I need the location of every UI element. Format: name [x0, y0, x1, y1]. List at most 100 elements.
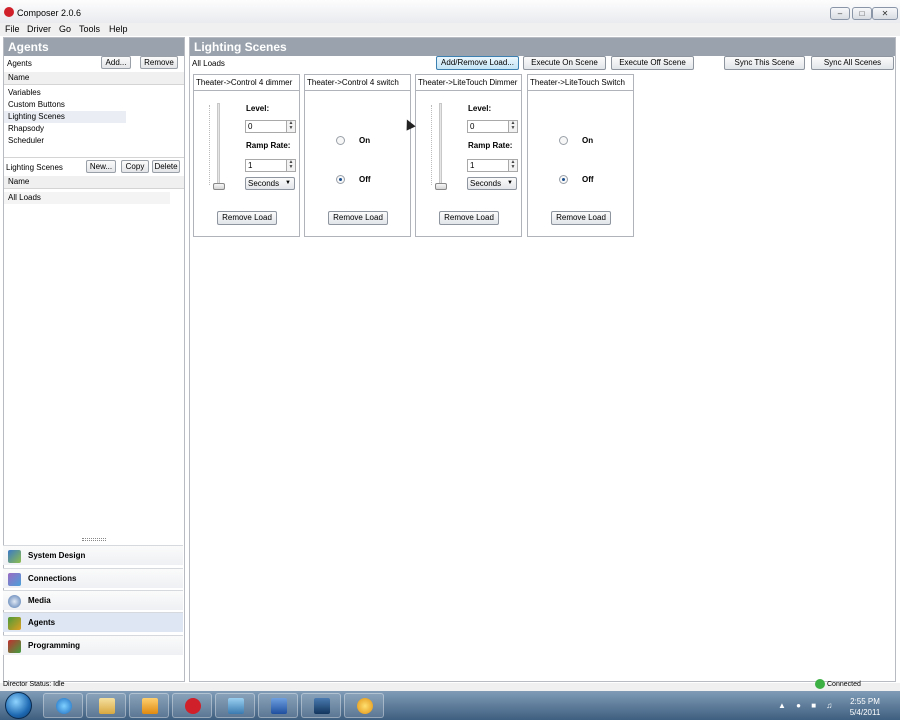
- ramp-rate-spinner-icon[interactable]: ▲ ▼: [508, 159, 518, 172]
- level-slider-thumb[interactable]: [213, 183, 225, 190]
- remove-agent-button[interactable]: Remove: [140, 56, 178, 69]
- off-radio[interactable]: [559, 175, 568, 184]
- agents-header: Agents: [4, 38, 184, 56]
- ramp-rate-input[interactable]: 1: [245, 159, 287, 172]
- divider: [4, 157, 184, 158]
- agent-item-lighting-scenes[interactable]: Lighting Scenes: [4, 111, 126, 123]
- load-card-title: Theater->Control 4 dimmer: [194, 75, 299, 91]
- load-card-control4-dimmer: Theater->Control 4 dimmer Level: 0 ▲ ▼ Ra…: [193, 74, 300, 237]
- composer-icon: [185, 698, 201, 714]
- slider-ticks: [431, 105, 433, 185]
- level-spinner-icon[interactable]: ▲ ▼: [508, 120, 518, 133]
- off-radio[interactable]: [336, 175, 345, 184]
- scene-item-all-loads[interactable]: All Loads: [4, 192, 170, 204]
- remove-load-button[interactable]: Remove Load: [217, 211, 277, 225]
- ramp-rate-label: Ramp Rate:: [246, 141, 291, 150]
- new-scene-button[interactable]: New...: [86, 160, 116, 173]
- composer-app-icon: [4, 7, 14, 17]
- ramp-rate-spinner-icon[interactable]: ▲ ▼: [286, 159, 296, 172]
- maximize-button[interactable]: □: [852, 7, 872, 20]
- add-remove-load-button[interactable]: Add/Remove Load...: [436, 56, 519, 70]
- word-icon: [271, 698, 287, 714]
- load-card-litetouch-dimmer: Theater->LiteTouch Dimmer Level: 0 ▲ ▼ Ra…: [415, 74, 522, 237]
- nav-agents[interactable]: Agents: [3, 612, 183, 632]
- level-slider-track[interactable]: [439, 103, 442, 189]
- scenes-toolbar-label: Lighting Scenes: [6, 163, 63, 172]
- flower-app-icon: [357, 698, 373, 714]
- splitter-grip[interactable]: [82, 538, 106, 541]
- level-label: Level:: [246, 104, 270, 113]
- ramp-unit-dropdown[interactable]: Seconds ▼: [245, 177, 295, 190]
- ramp-rate-input[interactable]: 1: [467, 159, 509, 172]
- chevron-down-icon: ▼: [285, 180, 291, 186]
- taskbar-word[interactable]: [258, 693, 298, 718]
- menu-file[interactable]: File: [5, 24, 20, 34]
- nav-programming[interactable]: Programming: [3, 635, 183, 655]
- agent-item-custom-buttons[interactable]: Custom Buttons: [4, 99, 184, 111]
- nav-media[interactable]: Media: [3, 590, 183, 610]
- agent-item-scheduler[interactable]: Scheduler: [4, 135, 184, 147]
- sync-this-scene-button[interactable]: Sync This Scene: [724, 56, 805, 70]
- copy-scene-button[interactable]: Copy: [121, 160, 149, 173]
- level-input[interactable]: 0: [245, 120, 287, 133]
- menu-driver[interactable]: Driver: [27, 24, 51, 34]
- level-label: Level:: [468, 104, 492, 113]
- agents-list: Variables Custom Buttons Lighting Scenes…: [4, 87, 184, 147]
- menu-tools[interactable]: Tools: [79, 24, 100, 34]
- level-input[interactable]: 0: [467, 120, 509, 133]
- level-slider-track[interactable]: [217, 103, 220, 189]
- taskbar-ware[interactable]: [301, 693, 341, 718]
- on-label: On: [359, 136, 371, 145]
- taskbar-outlook[interactable]: [129, 693, 169, 718]
- start-button-icon[interactable]: [5, 692, 32, 719]
- ramp-unit-dropdown[interactable]: Seconds ▼: [467, 177, 517, 190]
- level-spinner-icon[interactable]: ▲ ▼: [286, 120, 296, 133]
- connection-status-text: Connected: [827, 681, 861, 688]
- agent-item-rhapsody[interactable]: Rhapsody: [4, 123, 184, 135]
- ramp-unit-value: Seconds: [248, 179, 280, 188]
- scenes-column-header[interactable]: Name: [4, 176, 184, 189]
- remove-load-button[interactable]: Remove Load: [551, 211, 611, 225]
- nav-label: Media: [28, 596, 51, 605]
- add-agent-button[interactable]: Add...: [101, 56, 131, 69]
- outlook-icon: [142, 698, 158, 714]
- close-button[interactable]: ✕: [872, 7, 898, 20]
- menu-go[interactable]: Go: [59, 24, 71, 34]
- load-card-title: Theater->LiteTouch Dimmer: [416, 75, 521, 91]
- tray-icons[interactable]: ▲ ● ■ ♫: [778, 701, 836, 710]
- minimize-button[interactable]: –: [830, 7, 850, 20]
- execute-off-scene-button[interactable]: Execute Off Scene: [611, 56, 694, 70]
- taskbar-flower-app[interactable]: [344, 693, 384, 718]
- load-card-title: Theater->LiteTouch Switch: [528, 75, 633, 91]
- off-label: Off: [582, 175, 594, 184]
- media-icon: [8, 595, 21, 608]
- connected-icon: [815, 679, 825, 689]
- taskbar-photo[interactable]: [215, 693, 255, 718]
- ramp-unit-value: Seconds: [470, 179, 502, 188]
- sync-all-scenes-button[interactable]: Sync All Scenes: [811, 56, 894, 70]
- execute-on-scene-button[interactable]: Execute On Scene: [523, 56, 606, 70]
- lighting-scenes-header: Lighting Scenes: [190, 38, 895, 56]
- nav-label: Connections: [28, 574, 77, 583]
- ware-app-icon: [314, 698, 330, 714]
- internet-explorer-icon: [56, 698, 72, 714]
- nav-label: Agents: [28, 618, 56, 627]
- clock-time[interactable]: 2:55 PM: [840, 697, 890, 706]
- taskbar: ▲ ● ■ ♫ 2:55 PM 5/4/2011: [0, 691, 900, 720]
- remove-load-button[interactable]: Remove Load: [439, 211, 499, 225]
- nav-connections[interactable]: Connections: [3, 568, 183, 588]
- on-radio[interactable]: [336, 136, 345, 145]
- level-slider-thumb[interactable]: [435, 183, 447, 190]
- agents-column-header[interactable]: Name: [4, 72, 184, 85]
- menu-help[interactable]: Help: [109, 24, 128, 34]
- delete-scene-button[interactable]: Delete: [152, 160, 180, 173]
- nav-system-design[interactable]: System Design: [3, 545, 183, 565]
- clock-date[interactable]: 5/4/2011: [840, 708, 890, 717]
- on-radio[interactable]: [559, 136, 568, 145]
- agent-item-variables[interactable]: Variables: [4, 87, 184, 99]
- taskbar-explorer[interactable]: [86, 693, 126, 718]
- taskbar-composer[interactable]: [172, 693, 212, 718]
- taskbar-ie[interactable]: [43, 693, 83, 718]
- remove-load-button[interactable]: Remove Load: [328, 211, 388, 225]
- ramp-rate-label: Ramp Rate:: [468, 141, 513, 150]
